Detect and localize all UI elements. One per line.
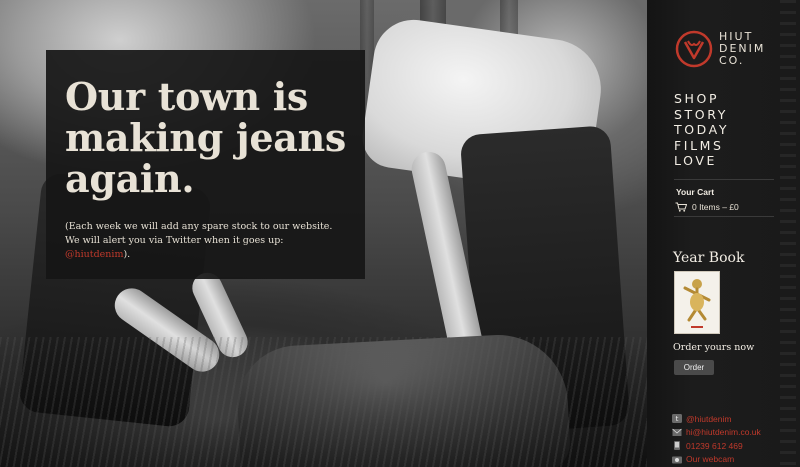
order-button[interactable]: Order xyxy=(674,360,714,375)
cart-summary[interactable]: 0 Items – £0 xyxy=(675,202,739,212)
mail-icon xyxy=(672,428,682,436)
cart-title: Your Cart xyxy=(676,187,715,197)
email-link[interactable]: hi@hiutdenim.co.uk xyxy=(686,427,761,437)
sidebar: HIUT DENIM CO. SHOP STORY TODAY FILMS LO… xyxy=(647,0,800,467)
yearbook-order-text: Order yours now xyxy=(673,342,755,353)
headline-panel: Our town is making jeans again. (Each we… xyxy=(46,50,365,279)
svg-text:t: t xyxy=(676,415,679,423)
nav-item-today[interactable]: TODAY xyxy=(674,122,729,138)
brand-logo[interactable]: HIUT DENIM CO. xyxy=(675,28,775,72)
main-nav: SHOP STORY TODAY FILMS LOVE xyxy=(674,91,729,169)
logo-mark-icon xyxy=(675,30,713,68)
cart-icon xyxy=(675,202,687,212)
contact-list: t @hiutdenim hi@hiutdenim.co.uk 01239 61… xyxy=(672,412,761,466)
webcam-icon xyxy=(672,456,682,464)
page-headline: Our town is making jeans again. xyxy=(65,74,346,201)
phone-icon xyxy=(674,441,680,451)
phone-link[interactable]: 01239 612 469 xyxy=(686,441,743,451)
logo-wordmark: HIUT DENIM CO. xyxy=(719,30,766,67)
stock-notice-text: (Each week we will add any spare stock t… xyxy=(65,221,333,246)
nav-item-love[interactable]: LOVE xyxy=(674,153,729,169)
yearbook-title: Year Book xyxy=(673,250,745,266)
stock-notice-end: ). xyxy=(123,249,131,260)
contact-item: t @hiutdenim xyxy=(672,412,761,426)
contact-item: Our webcam xyxy=(672,453,761,467)
twitter-link[interactable]: @hiutdenim xyxy=(65,249,123,260)
nav-item-films[interactable]: FILMS xyxy=(674,138,729,154)
yearbook-cover-image[interactable] xyxy=(674,271,720,334)
twitter-handle-link[interactable]: @hiutdenim xyxy=(686,414,731,424)
cart-summary-text: 0 Items – £0 xyxy=(692,202,739,212)
divider xyxy=(674,179,774,180)
divider xyxy=(674,216,774,217)
webcam-link[interactable]: Our webcam xyxy=(686,454,734,464)
contact-item: 01239 612 469 xyxy=(672,439,761,453)
yearbook-figure-icon xyxy=(683,279,711,328)
twitter-icon: t xyxy=(672,414,682,424)
nav-item-shop[interactable]: SHOP xyxy=(674,91,729,107)
contact-item: hi@hiutdenim.co.uk xyxy=(672,426,761,440)
stock-notice: (Each week we will add any spare stock t… xyxy=(65,220,347,262)
nav-item-story[interactable]: STORY xyxy=(674,107,729,123)
